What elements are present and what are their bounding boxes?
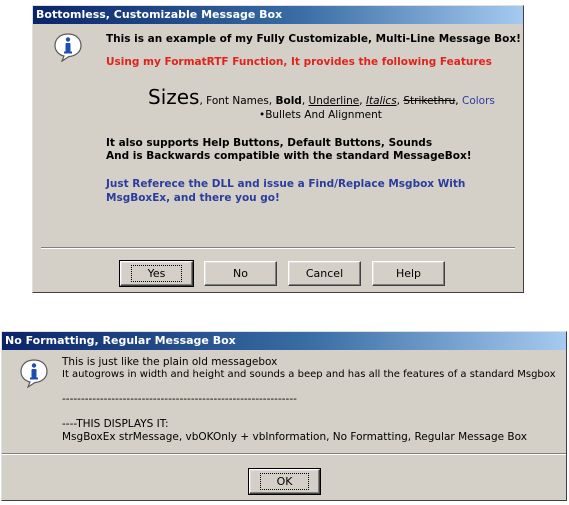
message-line-2: Using my FormatRTF Function, It provides… [106, 56, 492, 68]
message-line-3: ----THIS DISPLAYS IT: [62, 418, 169, 430]
message-line-1: This is an example of my Fully Customiza… [106, 33, 521, 45]
support-line-1: It also supports Help Buttons, Default B… [106, 137, 433, 149]
dll-line-2: MsgBoxEx, and there you go! [106, 192, 280, 204]
ok-button-label: OK [259, 473, 310, 490]
message-line-1: This is just like the plain old messageb… [62, 356, 278, 368]
dll-line-1: Just Referece the DLL and issue a Find/R… [106, 178, 466, 190]
info-icon [54, 33, 82, 62]
strikethru-text: Strikethru [403, 95, 456, 107]
bullets-line: •Bullets And Alignment [259, 109, 382, 121]
help-button-label: Help [395, 267, 422, 280]
message-line-4: MsgBoxEx strMessage, vbOKOnly + vbInform… [62, 431, 527, 443]
italics-text: Italics [365, 95, 397, 107]
features-sep: , [301, 95, 309, 107]
cancel-button[interactable]: Cancel [288, 261, 361, 286]
message-line-2: It autogrows in width and height and sou… [62, 369, 556, 380]
colors-text: Colors [461, 95, 495, 107]
support-line-2: And is Backwards compatible with the sta… [106, 150, 472, 162]
title-bar[interactable]: No Formatting, Regular Message Box [2, 332, 566, 350]
bold-text: Bold [275, 95, 302, 107]
window-title: Bottomless, Customizable Message Box [36, 8, 283, 21]
yes-button[interactable]: Yes [119, 260, 194, 287]
title-bar[interactable]: Bottomless, Customizable Message Box [33, 6, 523, 24]
features-line: Sizes, Font Names, Bold, Underline, Ital… [148, 85, 495, 109]
no-button-label: No [233, 267, 248, 280]
cancel-button-label: Cancel [305, 267, 344, 280]
yes-button-label: Yes [130, 265, 183, 282]
customizable-message-box: Bottomless, Customizable Message Box Thi… [32, 5, 524, 293]
features-sep: , Font Names, [199, 95, 276, 107]
regular-message-box: No Formatting, Regular Message Box This … [1, 331, 567, 501]
underline-text: Underline [308, 95, 360, 107]
button-separator [41, 247, 515, 249]
no-button[interactable]: No [204, 261, 277, 286]
features-sep: , [455, 95, 462, 107]
features-sep: , [359, 95, 366, 107]
ok-button[interactable]: OK [248, 468, 321, 495]
help-button[interactable]: Help [372, 261, 445, 286]
dashes-line: ----------------------------------------… [62, 393, 297, 405]
window-title: No Formatting, Regular Message Box [5, 334, 236, 347]
sizes-text: Sizes [148, 85, 200, 109]
button-separator [2, 453, 566, 455]
info-icon [20, 359, 48, 388]
